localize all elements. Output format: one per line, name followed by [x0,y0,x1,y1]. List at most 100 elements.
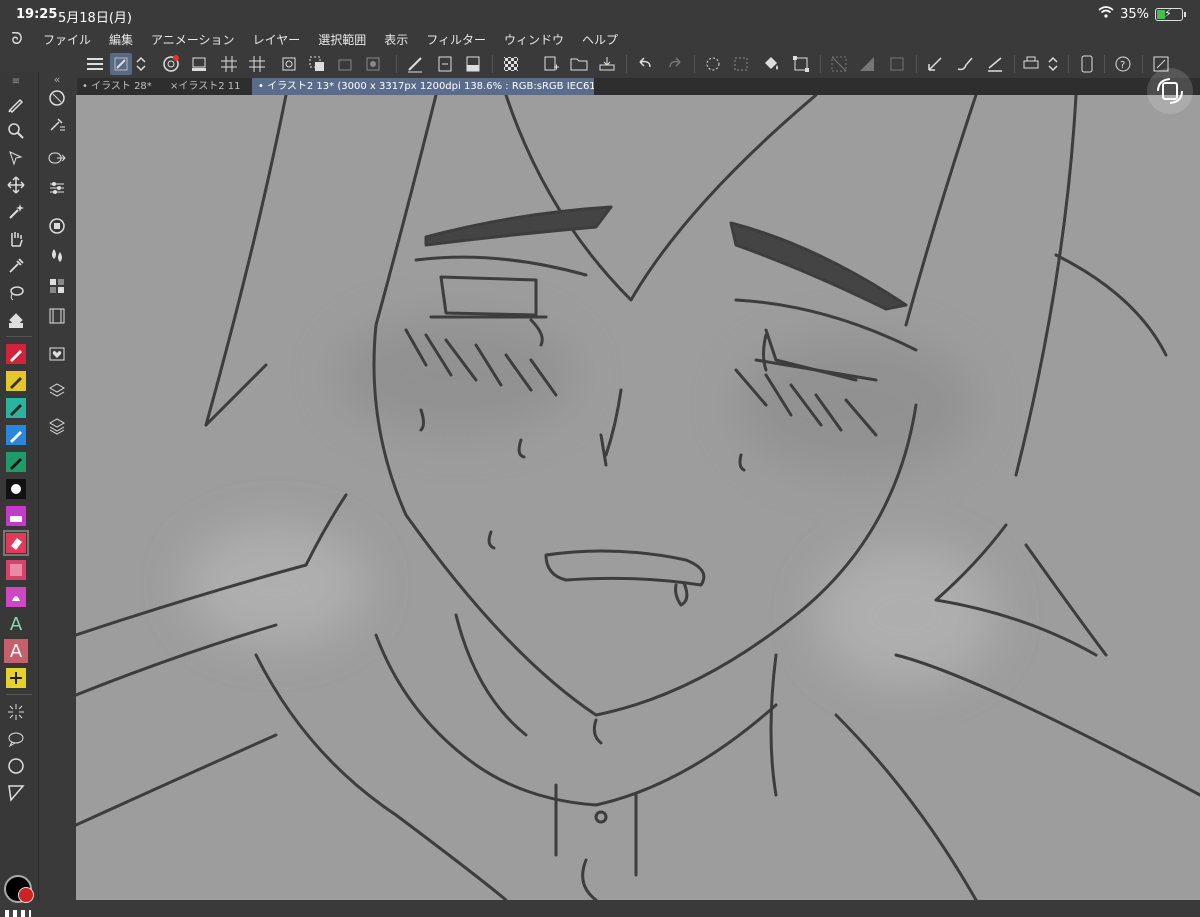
decoration-tool-icon[interactable] [4,477,28,501]
app-logo-icon[interactable]: ᘐ [0,29,34,49]
effect-lines-tool-icon[interactable] [4,700,28,724]
tool-property-icon[interactable] [45,146,69,170]
fill-bucket-icon[interactable] [760,53,782,75]
redo-icon[interactable] [664,53,686,75]
brush-size-icon[interactable] [45,176,69,200]
open-folder-icon[interactable] [568,53,590,75]
transform-icon[interactable] [278,53,300,75]
updown-chevron-icon[interactable] [134,53,148,75]
figure-circle-tool-icon[interactable] [4,754,28,778]
brush-teal-icon[interactable] [4,396,28,420]
flip-icon[interactable] [334,53,356,75]
companion-icon[interactable] [160,53,182,75]
pen-tool-icon[interactable] [4,92,28,116]
fill-tool-icon[interactable] [4,308,28,332]
ruler-pen-icon[interactable] [404,53,426,75]
menu-filter[interactable]: フィルター [417,31,495,48]
grid-alt-icon[interactable] [246,53,268,75]
blend-tool-icon[interactable] [4,558,28,582]
text-tool-icon[interactable]: A [4,612,28,636]
sub-tool-icon[interactable] [45,112,69,136]
move-tool-icon[interactable] [4,173,28,197]
status-right: 35% ⚡ [1098,6,1186,22]
wifi-icon [1098,6,1114,22]
layer-mask-icon[interactable] [462,53,484,75]
menu-view[interactable]: 表示 [375,31,417,48]
undo-icon[interactable] [634,53,656,75]
airbrush-green-icon[interactable] [4,450,28,474]
color-mix-icon[interactable] [45,244,69,268]
tool-palette: ≡ A A [0,72,38,917]
clear-selection-icon[interactable] [828,53,850,75]
balloon-tool-icon[interactable] [4,727,28,751]
tab-illust2-13[interactable]: • イラスト2 13* (3000 x 3317px 1200dpi 138.6… [252,78,594,95]
object-tool-icon[interactable] [4,146,28,170]
pen-red-icon[interactable] [4,342,28,366]
brush-stroke-icon[interactable] [954,53,976,75]
new-file-icon[interactable] [540,53,562,75]
pencil-yellow-icon[interactable] [4,369,28,393]
figure-polyline-tool-icon[interactable] [4,781,28,805]
smartphone-icon[interactable] [1076,53,1098,75]
color-set-icon[interactable] [45,274,69,298]
tab-illust-28[interactable]: • イラスト 28* [76,78,170,95]
menu-animation[interactable]: アニメーション [142,31,244,48]
command-bar: ? [0,50,1200,78]
status-bar: 19:25 5月18日(月) 35% ⚡ [0,0,1200,28]
loading-spinner-icon[interactable] [702,53,724,75]
crop-icon[interactable] [306,53,328,75]
zoom-tool-icon[interactable] [4,119,28,143]
drawing-canvas[interactable] [76,95,1200,900]
menu-window[interactable]: ウィンドウ [495,31,573,48]
convert-line-icon[interactable] [924,53,946,75]
updown-chevron-2-icon[interactable] [1046,53,1060,75]
timeline-icon[interactable] [45,304,69,328]
help-icon[interactable]: ? [1112,53,1134,75]
text-balloon-tool-icon[interactable]: A [4,639,28,663]
eraser-tool-icon[interactable] [3,530,29,556]
tab-illust2-11[interactable]: ×イラスト2 11 [164,78,258,95]
status-date: 5月18日(月) [58,11,132,26]
sub-tool-strip: « [38,72,77,900]
menu-help[interactable]: ヘルプ [573,31,627,48]
menu-edit[interactable]: 編集 [100,31,142,48]
menu-selection[interactable]: 選択範囲 [309,31,375,48]
scan-icon[interactable] [188,53,210,75]
brush-blue-icon[interactable] [4,423,28,447]
menu-layer[interactable]: レイヤー [244,31,310,48]
menu-bar: ᘐ ファイル 編集 アニメーション レイヤー 選択範囲 表示 フィルター ウィン… [0,28,1200,50]
selection-border-icon[interactable] [886,53,908,75]
panel-collapse-icon[interactable]: ≡ [4,74,28,88]
edit-pen-icon[interactable] [110,53,132,75]
decoration-magenta-icon[interactable] [4,504,28,528]
color-wheel-icon[interactable] [45,214,69,238]
snap-icon[interactable] [362,53,384,75]
layer-property-icon[interactable] [45,378,69,402]
auto-select-tool-icon[interactable] [4,200,28,224]
invert-selection-icon[interactable] [856,53,878,75]
eyedropper-tool-icon[interactable] [4,254,28,278]
gradient-tool-icon[interactable] [4,585,28,609]
layers-icon[interactable] [45,414,69,438]
line-draw-icon[interactable] [984,53,1006,75]
hamburger-menu-icon[interactable] [84,53,106,75]
status-time: 19:25 [16,7,58,22]
rotate-canvas-button[interactable] [1147,68,1193,114]
ruler-plus-tool-icon[interactable] [4,666,28,690]
sketch-artwork [76,95,1200,900]
hand-tool-icon[interactable] [4,227,28,251]
lasso-tool-icon[interactable] [4,281,28,305]
menu-file[interactable]: ファイル [34,31,100,48]
print-icon[interactable] [1020,53,1042,75]
layer-settings-icon[interactable] [434,53,456,75]
grid-icon[interactable] [218,53,240,75]
material-heart-icon[interactable] [45,342,69,366]
select-all-icon[interactable] [730,53,752,75]
transform-select-icon[interactable] [790,53,812,75]
transparent-color-swatch[interactable] [5,910,31,917]
save-icon[interactable] [596,53,618,75]
sub-color-swatch[interactable] [18,887,34,903]
svg-text:?: ? [1120,60,1125,71]
checker-transparency-icon[interactable] [500,53,522,75]
navigator-icon[interactable] [45,74,69,106]
